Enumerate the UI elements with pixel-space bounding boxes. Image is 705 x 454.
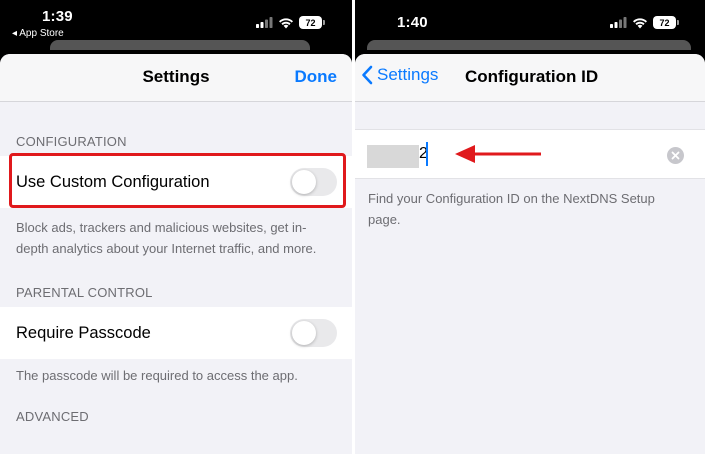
- configuration-id-screen: 1:40 72 Settings Configuration ID 2 Find…: [355, 0, 705, 454]
- clear-text-button[interactable]: [667, 147, 684, 164]
- close-icon: [671, 151, 680, 160]
- redacted-value: [367, 145, 419, 168]
- back-button-label: Settings: [377, 65, 439, 84]
- annotation-arrow-icon: [455, 145, 541, 163]
- back-button[interactable]: Settings: [361, 65, 438, 85]
- status-time: 1:39: [42, 8, 73, 25]
- page-title: Configuration ID: [465, 67, 599, 86]
- settings-screen: 1:39 ◂ App Store 72 Settings Done CONFIG…: [0, 0, 352, 454]
- text-caret: [426, 142, 428, 166]
- require-passcode-toggle[interactable]: [290, 319, 337, 347]
- section-header-parental-control: PARENTAL CONTROL: [16, 285, 153, 300]
- back-to-app-store-link[interactable]: ◂ App Store: [12, 28, 64, 39]
- system-icons: 72: [610, 16, 679, 29]
- configuration-footer-text: Block ads, trackers and malicious websit…: [16, 220, 317, 256]
- navigation-bar: Settings Done: [0, 54, 352, 102]
- wifi-icon: [633, 17, 647, 28]
- section-header-advanced: ADVANCED: [16, 409, 89, 424]
- battery-icon: 72: [653, 16, 679, 29]
- configuration-id-sheet: Settings Configuration ID 2 Find your Co…: [355, 54, 705, 454]
- chevron-left-icon: [362, 65, 373, 85]
- system-icons: 72: [256, 16, 325, 29]
- battery-icon: 72: [299, 16, 325, 29]
- navigation-bar: Settings Configuration ID: [355, 54, 705, 102]
- section-header-configuration: CONFIGURATION: [16, 134, 127, 149]
- background-sheet: [367, 40, 691, 50]
- configuration-id-input[interactable]: 2: [355, 129, 705, 179]
- wifi-icon: [279, 17, 293, 28]
- configuration-id-footer-text: Find your Configuration ID on the NextDN…: [368, 191, 655, 227]
- done-button[interactable]: Done: [295, 67, 338, 87]
- status-time: 1:40: [397, 14, 428, 31]
- background-sheet: [50, 40, 310, 50]
- annotation-highlight-box: [9, 153, 346, 208]
- toggle-knob: [292, 321, 316, 345]
- settings-sheet: Settings Done CONFIGURATION Use Custom C…: [0, 54, 352, 454]
- cellular-signal-icon: [610, 17, 627, 28]
- parental-footer-text: The passcode will be required to access …: [16, 368, 298, 383]
- cellular-signal-icon: [256, 17, 273, 28]
- status-bar: 1:39 ◂ App Store 72: [0, 0, 352, 56]
- status-bar: 1:40 72: [355, 0, 705, 56]
- require-passcode-row[interactable]: Require Passcode: [0, 307, 352, 359]
- row-label: Require Passcode: [16, 323, 151, 342]
